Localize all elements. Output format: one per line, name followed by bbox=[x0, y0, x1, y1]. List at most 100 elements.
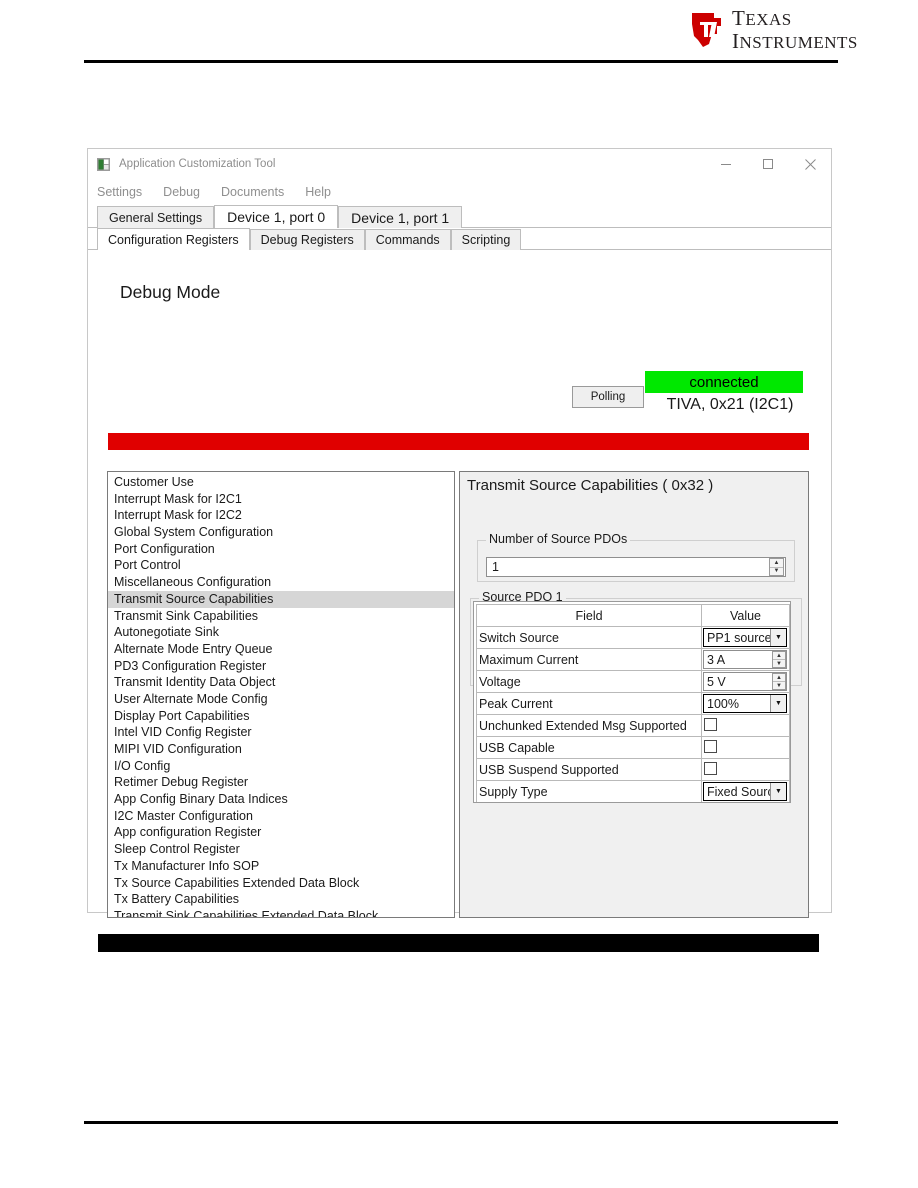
connection-status-badge: connected bbox=[645, 371, 803, 393]
menu-item-debug[interactable]: Debug bbox=[163, 185, 200, 199]
chevron-down-icon[interactable]: ▼ bbox=[770, 695, 786, 712]
value-dropdown[interactable]: PP1 source ▼ bbox=[703, 628, 787, 647]
chevron-down-icon[interactable]: ▼ bbox=[770, 783, 786, 800]
stepper-up-icon[interactable]: ▲ bbox=[773, 674, 785, 682]
list-item[interactable]: Tx Manufacturer Info SOP bbox=[108, 858, 454, 875]
tab-device-1-port-0[interactable]: Device 1, port 0 bbox=[214, 205, 339, 228]
stepper-up-icon[interactable]: ▲ bbox=[770, 559, 783, 568]
field-value-cell: 5 V ▲ ▼ bbox=[701, 670, 790, 693]
value-dropdown[interactable]: 100% ▼ bbox=[703, 694, 787, 713]
page-root: TTEXASEXAS IINSTRUMENTSNSTRUMENTS Applic… bbox=[0, 0, 918, 1188]
ti-wordmark: TTEXASEXAS IINSTRUMENTSNSTRUMENTS bbox=[732, 6, 858, 53]
content-area: Debug Mode Polling connected TIVA, 0x21 … bbox=[88, 250, 831, 952]
polling-button[interactable]: Polling bbox=[572, 386, 644, 408]
tab-configuration-registers[interactable]: Configuration Registers bbox=[97, 228, 250, 250]
table-header-row: Field Value bbox=[476, 604, 790, 627]
stepper-buttons[interactable]: ▲ ▼ bbox=[772, 673, 786, 690]
list-item[interactable]: PD3 Configuration Register bbox=[108, 658, 454, 675]
number-of-source-pdos-label: Number of Source PDOs bbox=[486, 532, 631, 546]
number-of-source-pdos-stepper[interactable]: 1 ▲ ▼ bbox=[486, 557, 786, 577]
close-icon[interactable] bbox=[789, 149, 831, 179]
field-value-cell: 3 A ▲ ▼ bbox=[701, 648, 790, 671]
table-row: USB Capable bbox=[476, 736, 790, 759]
chevron-down-icon[interactable]: ▼ bbox=[770, 629, 786, 646]
field-value-cell: 100% ▼ bbox=[701, 692, 790, 715]
list-item[interactable]: App configuration Register bbox=[108, 824, 454, 841]
menu-item-documents[interactable]: Documents bbox=[221, 185, 284, 199]
list-item[interactable]: Transmit Source Capabilities bbox=[108, 590, 454, 608]
list-item[interactable]: Alternate Mode Entry Queue bbox=[108, 641, 454, 658]
list-item[interactable]: Customer Use bbox=[108, 474, 454, 491]
table-row: USB Suspend Supported bbox=[476, 758, 790, 781]
dropdown-value: Fixed Sourc bbox=[707, 784, 770, 799]
list-item[interactable]: Tx Battery Capabilities bbox=[108, 891, 454, 908]
field-value-cell bbox=[701, 736, 790, 759]
stepper-value: 5 V bbox=[707, 674, 726, 689]
pdo-field-table-container: Field Value Switch Source PP1 source ▼ Maxi… bbox=[473, 601, 791, 803]
list-item[interactable]: Autonegotiate Sink bbox=[108, 624, 454, 641]
menu-item-help[interactable]: Help bbox=[305, 185, 331, 199]
title-bar: Application Customization Tool bbox=[88, 149, 831, 179]
tab-commands[interactable]: Commands bbox=[364, 229, 451, 250]
table-row: Maximum Current 3 A ▲ ▼ bbox=[476, 648, 790, 671]
section-tab-bar: Configuration Registers Debug Registers … bbox=[88, 228, 831, 250]
list-item[interactable]: Display Port Capabilities bbox=[108, 708, 454, 725]
list-item[interactable]: User Alternate Mode Config bbox=[108, 691, 454, 708]
tab-general-settings[interactable]: General Settings bbox=[97, 206, 215, 228]
redaction-bar-bottom bbox=[98, 934, 819, 952]
stepper-buttons[interactable]: ▲ ▼ bbox=[769, 558, 784, 576]
tab-device-1-port-1[interactable]: Device 1, port 1 bbox=[338, 206, 463, 228]
list-item[interactable]: Tx Source Capabilities Extended Data Blo… bbox=[108, 875, 454, 892]
list-item[interactable]: Interrupt Mask for I2C1 bbox=[108, 491, 454, 508]
list-item[interactable]: I/O Config bbox=[108, 758, 454, 775]
list-item[interactable]: Miscellaneous Configuration bbox=[108, 574, 454, 591]
list-item[interactable]: Transmit Identity Data Object bbox=[108, 674, 454, 691]
menu-bar: Settings Debug Documents Help bbox=[88, 179, 831, 205]
list-item[interactable]: Transmit Sink Capabilities bbox=[108, 608, 454, 625]
value-checkbox[interactable] bbox=[704, 762, 717, 775]
stepper-buttons[interactable]: ▲ ▼ bbox=[772, 651, 786, 668]
field-name: Supply Type bbox=[476, 780, 702, 802]
value-stepper[interactable]: 5 V ▲ ▼ bbox=[703, 672, 787, 691]
value-dropdown[interactable]: Fixed Sourc ▼ bbox=[703, 782, 787, 801]
field-value-cell: PP1 source ▼ bbox=[701, 626, 790, 649]
list-item[interactable]: Retimer Debug Register bbox=[108, 774, 454, 791]
maximize-icon[interactable] bbox=[747, 149, 789, 179]
column-header-field: Field bbox=[476, 604, 702, 627]
stepper-down-icon[interactable]: ▼ bbox=[773, 660, 785, 667]
stepper-up-icon[interactable]: ▲ bbox=[773, 652, 785, 660]
register-title: Transmit Source Capabilities ( 0x32 ) bbox=[467, 477, 714, 494]
minimize-icon[interactable] bbox=[705, 149, 747, 179]
value-checkbox[interactable] bbox=[704, 718, 717, 731]
list-item[interactable]: Port Control bbox=[108, 557, 454, 574]
field-name: Peak Current bbox=[476, 692, 702, 715]
menu-item-settings[interactable]: Settings bbox=[97, 185, 142, 199]
tab-debug-registers[interactable]: Debug Registers bbox=[249, 229, 365, 250]
value-stepper[interactable]: 3 A ▲ ▼ bbox=[703, 650, 787, 669]
list-item[interactable]: Interrupt Mask for I2C2 bbox=[108, 507, 454, 524]
list-item[interactable]: MIPI VID Configuration bbox=[108, 741, 454, 758]
list-item[interactable]: Port Configuration bbox=[108, 541, 454, 558]
register-list[interactable]: Customer Use Interrupt Mask for I2C1 Inter… bbox=[107, 471, 455, 918]
number-of-source-pdos-value: 1 bbox=[492, 560, 499, 574]
list-item[interactable]: Global System Configuration bbox=[108, 524, 454, 541]
dropdown-value: 100% bbox=[707, 696, 739, 711]
list-item[interactable]: Intel VID Config Register bbox=[108, 724, 454, 741]
tab-scripting[interactable]: Scripting bbox=[450, 229, 522, 250]
redaction-bar-top bbox=[108, 433, 809, 450]
source-pdo-1-group: Source PDO 1 Field Value Switch Source PP… bbox=[470, 590, 802, 803]
connection-device-label: TIVA, 0x21 (I2C1) bbox=[666, 396, 794, 413]
field-name: Voltage bbox=[476, 670, 702, 693]
field-name: Unchunked Extended Msg Supported bbox=[476, 714, 702, 737]
stepper-down-icon[interactable]: ▼ bbox=[773, 682, 785, 689]
list-item[interactable]: I2C Master Configuration bbox=[108, 808, 454, 825]
list-item[interactable]: Sleep Control Register bbox=[108, 841, 454, 858]
table-row: Peak Current 100% ▼ bbox=[476, 692, 790, 715]
pdo-field-table: Field Value Switch Source PP1 source ▼ Maxi… bbox=[476, 604, 790, 802]
value-checkbox[interactable] bbox=[704, 740, 717, 753]
list-item[interactable]: Transmit Sink Capabilities Extended Data… bbox=[108, 908, 454, 917]
stepper-down-icon[interactable]: ▼ bbox=[770, 568, 783, 576]
list-item[interactable]: App Config Binary Data Indices bbox=[108, 791, 454, 808]
field-name: Maximum Current bbox=[476, 648, 702, 671]
device-tab-bar: General Settings Device 1, port 0 Device… bbox=[88, 205, 831, 228]
